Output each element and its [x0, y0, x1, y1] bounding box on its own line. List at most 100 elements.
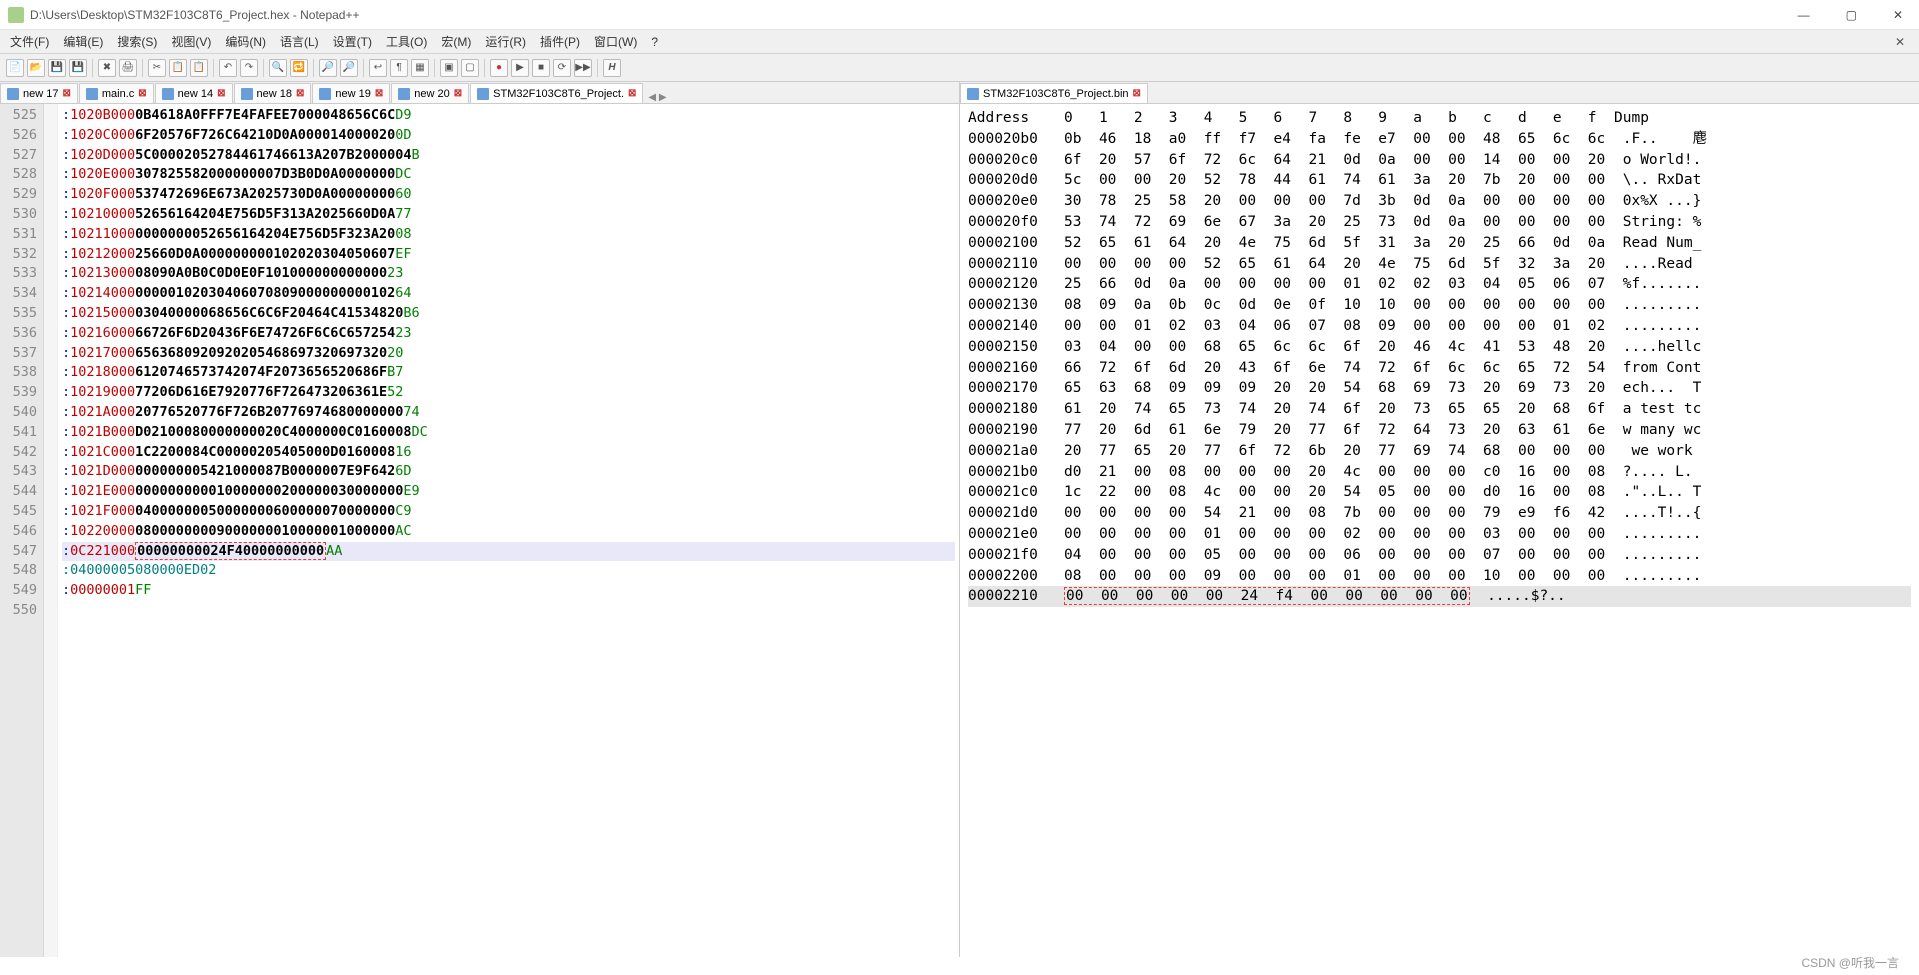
zoom-out-icon[interactable]: 🔎 — [340, 59, 358, 77]
minimize-button[interactable]: — — [1790, 4, 1818, 26]
toolbar-separator — [142, 59, 143, 77]
titlebar: D:\Users\Desktop\STM32F103C8T6_Project.h… — [0, 0, 1919, 30]
tab[interactable]: STM32F103C8T6_Project. ⊠ — [470, 83, 643, 103]
close-icon[interactable]: ⊠ — [217, 88, 225, 99]
tab-label: new 14 — [178, 88, 213, 100]
menu-help[interactable]: ? — [647, 33, 662, 51]
new-file-icon[interactable]: 📄 — [6, 59, 24, 77]
tab[interactable]: STM32F103C8T6_Project.bin ⊠ — [960, 83, 1148, 103]
file-icon — [241, 88, 253, 100]
tab-label: new 19 — [335, 88, 370, 100]
close-icon[interactable]: ⊠ — [296, 88, 304, 99]
menubar: 文件(F) 编辑(E) 搜索(S) 视图(V) 编码(N) 语言(L) 设置(T… — [0, 30, 1919, 54]
indent-guide-icon[interactable]: ▦ — [411, 59, 429, 77]
menu-window[interactable]: 窗口(W) — [590, 31, 641, 52]
line-number-gutter: 5255265275285295305315325335345355365375… — [0, 104, 44, 957]
close-button[interactable]: ✕ — [1885, 4, 1911, 26]
toolbar-separator — [213, 59, 214, 77]
tab[interactable]: main.c ⊠ — [79, 83, 154, 103]
toolbar-separator — [263, 59, 264, 77]
tab-label: main.c — [102, 88, 134, 100]
menu-macro[interactable]: 宏(M) — [437, 31, 475, 52]
file-icon — [7, 88, 19, 100]
save-icon[interactable]: 💾 — [48, 59, 66, 77]
copy-icon[interactable]: 📋 — [169, 59, 187, 77]
toolbar-separator — [92, 59, 93, 77]
app-icon — [8, 7, 24, 23]
save-macro-icon[interactable]: ▶▶ — [574, 59, 592, 77]
menu-settings[interactable]: 设置(T) — [329, 31, 376, 52]
close-file-icon[interactable]: ✖ — [98, 59, 116, 77]
tab-label: new 17 — [23, 88, 58, 100]
tab[interactable]: new 18 ⊠ — [234, 83, 312, 103]
zoom-in-icon[interactable]: 🔎 — [319, 59, 337, 77]
tab-label: new 18 — [257, 88, 292, 100]
tab[interactable]: new 20 ⊠ — [391, 83, 469, 103]
undo-icon[interactable]: ↶ — [219, 59, 237, 77]
fold-icon[interactable]: ▣ — [440, 59, 458, 77]
file-icon — [319, 88, 331, 100]
open-file-icon[interactable]: 📂 — [27, 59, 45, 77]
fold-column — [44, 104, 58, 957]
record-macro-icon[interactable]: ● — [490, 59, 508, 77]
window-title: D:\Users\Desktop\STM32F103C8T6_Project.h… — [30, 8, 1790, 22]
heading-icon[interactable]: H — [603, 59, 621, 77]
find-icon[interactable]: 🔍 — [269, 59, 287, 77]
play-macro-icon[interactable]: ▶ — [511, 59, 529, 77]
paste-icon[interactable]: 📋 — [190, 59, 208, 77]
menu-plugins[interactable]: 插件(P) — [536, 31, 584, 52]
menu-view[interactable]: 视图(V) — [167, 31, 215, 52]
file-icon — [162, 88, 174, 100]
menu-file[interactable]: 文件(F) — [6, 31, 53, 52]
toolbar: 📄 📂 💾 💾 ✖ 🖨 ✂ 📋 📋 ↶ ↷ 🔍 🔁 🔎 🔎 ↩ ¶ ▦ ▣ ▢ … — [0, 54, 1919, 82]
menubar-close-button[interactable]: ✕ — [1887, 35, 1913, 49]
unfold-icon[interactable]: ▢ — [461, 59, 479, 77]
toolbar-separator — [484, 59, 485, 77]
menu-search[interactable]: 搜索(S) — [113, 31, 161, 52]
left-editor[interactable]: 5255265275285295305315325335345355365375… — [0, 104, 959, 957]
menu-language[interactable]: 语言(L) — [276, 31, 323, 52]
close-icon[interactable]: ⊠ — [628, 88, 636, 99]
file-icon — [477, 88, 489, 100]
file-icon — [967, 88, 979, 100]
toolbar-separator — [363, 59, 364, 77]
tab[interactable]: new 19 ⊠ — [312, 83, 390, 103]
right-tab-row: STM32F103C8T6_Project.bin ⊠ — [960, 82, 1919, 104]
bin-hex-viewer[interactable]: Address 0 1 2 3 4 5 6 7 8 9 a b c d e f … — [960, 104, 1919, 957]
window-controls: — ▢ ✕ — [1790, 4, 1911, 26]
file-icon — [86, 88, 98, 100]
stop-macro-icon[interactable]: ■ — [532, 59, 550, 77]
tab[interactable]: new 14 ⊠ — [155, 83, 233, 103]
print-icon[interactable]: 🖨 — [119, 59, 137, 77]
menu-edit[interactable]: 编辑(E) — [59, 31, 107, 52]
right-pane: STM32F103C8T6_Project.bin ⊠ Address 0 1 2… — [960, 82, 1919, 957]
close-icon[interactable]: ⊠ — [1133, 88, 1141, 99]
replay-macro-icon[interactable]: ⟳ — [553, 59, 571, 77]
tab-label: STM32F103C8T6_Project.bin — [983, 88, 1129, 100]
left-tab-row: new 17⊠main.c⊠new 14⊠new 18⊠new 19⊠new 2… — [0, 82, 959, 104]
menu-run[interactable]: 运行(R) — [481, 31, 530, 52]
hex-code-area[interactable]: :1020B0000B4618A0FFF7E4FAFEE7000048656C6… — [58, 104, 959, 957]
tab-scroll-arrows[interactable]: ◀ ▶ — [644, 92, 670, 103]
tab-label: STM32F103C8T6_Project. — [493, 88, 624, 100]
tab-label: new 20 — [414, 88, 449, 100]
close-icon[interactable]: ⊠ — [454, 88, 462, 99]
toolbar-separator — [313, 59, 314, 77]
redo-icon[interactable]: ↷ — [240, 59, 258, 77]
main-area: new 17⊠main.c⊠new 14⊠new 18⊠new 19⊠new 2… — [0, 82, 1919, 957]
tab[interactable]: new 17 ⊠ — [0, 83, 78, 103]
close-icon[interactable]: ⊠ — [62, 88, 70, 99]
menu-encoding[interactable]: 编码(N) — [221, 31, 270, 52]
left-pane: new 17⊠main.c⊠new 14⊠new 18⊠new 19⊠new 2… — [0, 82, 960, 957]
save-all-icon[interactable]: 💾 — [69, 59, 87, 77]
show-symbol-icon[interactable]: ¶ — [390, 59, 408, 77]
cut-icon[interactable]: ✂ — [148, 59, 166, 77]
menu-tools[interactable]: 工具(O) — [382, 31, 431, 52]
close-icon[interactable]: ⊠ — [375, 88, 383, 99]
maximize-button[interactable]: ▢ — [1838, 4, 1865, 26]
watermark: CSDN @听我一言 — [1801, 954, 1899, 971]
close-icon[interactable]: ⊠ — [138, 88, 146, 99]
replace-icon[interactable]: 🔁 — [290, 59, 308, 77]
wordwrap-icon[interactable]: ↩ — [369, 59, 387, 77]
toolbar-separator — [434, 59, 435, 77]
